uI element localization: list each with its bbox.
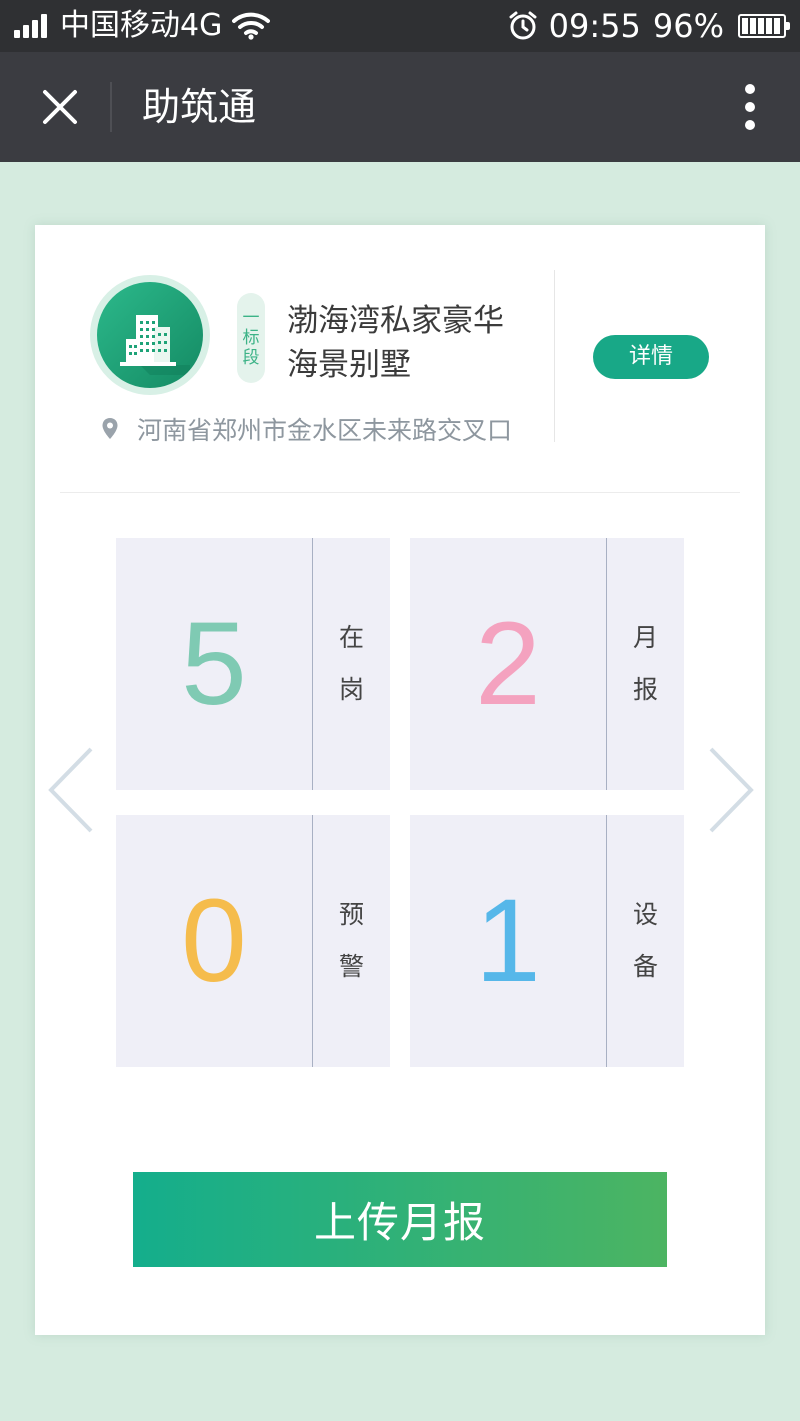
wifi-icon xyxy=(232,12,271,40)
stat-label-bottom: 警 xyxy=(338,952,364,981)
title-divider xyxy=(110,82,112,132)
close-button[interactable] xyxy=(30,77,90,137)
carrier-label: 中国移动4G xyxy=(60,8,223,43)
stat-tile-monthly-report[interactable]: 2 月 报 xyxy=(410,538,684,790)
section-tag-char: 一 xyxy=(242,308,260,328)
stat-label: 预 警 xyxy=(313,815,390,1067)
section-tag-char: 标 xyxy=(242,328,260,348)
chevron-right-icon[interactable] xyxy=(707,745,763,835)
battery-icon xyxy=(738,14,790,38)
stat-tile-warning[interactable]: 0 预 警 xyxy=(116,815,390,1067)
clock-time: 09:55 xyxy=(548,7,641,45)
location-pin-icon xyxy=(102,418,118,439)
stat-tile-on-duty[interactable]: 5 在 岗 xyxy=(116,538,390,790)
chevron-left-icon[interactable] xyxy=(47,745,103,835)
more-dot xyxy=(745,120,755,130)
header-divider xyxy=(554,270,555,442)
stat-label: 月 报 xyxy=(607,538,684,790)
stat-label-bottom: 备 xyxy=(632,952,658,981)
project-card: 一 标 段 渤海湾私家豪华 海景别墅 河南省郑州市金水区未来路交叉口 详情 5 … xyxy=(35,225,765,1335)
stat-value: 1 xyxy=(475,875,541,1007)
battery-fill xyxy=(742,18,781,34)
stat-value: 0 xyxy=(181,875,247,1007)
alarm-icon xyxy=(509,11,537,40)
avatar-circle xyxy=(97,282,203,388)
detail-button[interactable]: 详情 xyxy=(593,335,709,379)
signal-icon xyxy=(14,14,50,38)
stat-label-top: 在 xyxy=(338,623,364,652)
project-name-line2: 海景别墅 xyxy=(287,347,411,383)
upload-monthly-report-button[interactable]: 上传月报 xyxy=(133,1172,667,1267)
stat-tile-equipment[interactable]: 1 设 备 xyxy=(410,815,684,1067)
title-bar: 助筑通 xyxy=(0,52,800,162)
project-name: 渤海湾私家豪华 海景别墅 xyxy=(287,299,547,387)
stat-label-top: 月 xyxy=(632,623,658,652)
project-name-line1: 渤海湾私家豪华 xyxy=(287,303,504,339)
project-avatar xyxy=(90,275,210,395)
stat-label-top: 设 xyxy=(632,900,658,929)
building-icon xyxy=(120,315,190,375)
project-address: 河南省郑州市金水区未来路交叉口 xyxy=(137,416,513,445)
status-bar: 中国移动4G 09:55 96% xyxy=(0,0,800,52)
more-vertical-icon xyxy=(745,84,755,94)
section-tag-char: 段 xyxy=(242,348,260,368)
stat-value: 5 xyxy=(181,598,247,730)
page-title: 助筑通 xyxy=(142,85,257,129)
close-icon xyxy=(43,90,77,124)
stat-label: 设 备 xyxy=(607,815,684,1067)
battery-percent: 96% xyxy=(652,7,724,45)
stat-value: 2 xyxy=(475,598,541,730)
stat-label: 在 岗 xyxy=(313,538,390,790)
status-left: 中国移动4G xyxy=(14,8,271,44)
section-divider xyxy=(60,492,740,493)
more-dot xyxy=(745,102,755,112)
more-button[interactable] xyxy=(728,77,772,137)
project-location: 河南省郑州市金水区未来路交叉口 xyxy=(101,411,512,447)
stat-label-bottom: 报 xyxy=(632,675,658,704)
status-right: 09:55 96% xyxy=(507,7,790,45)
stat-label-bottom: 岗 xyxy=(338,675,364,704)
stat-label-top: 预 xyxy=(338,900,364,929)
section-tag: 一 标 段 xyxy=(237,293,265,383)
